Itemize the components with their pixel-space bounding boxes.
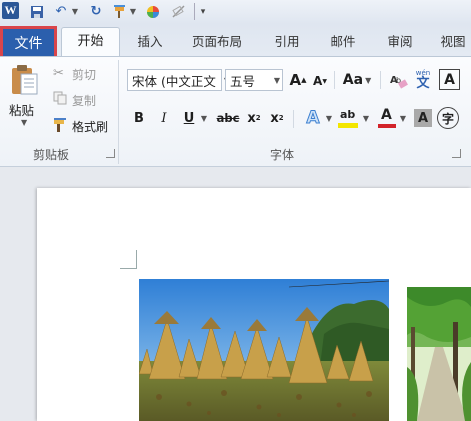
change-case-label: Aa <box>342 72 364 88</box>
text-effects-dropdown-icon[interactable]: ▼ <box>324 108 334 128</box>
subscript-label: x <box>247 110 256 126</box>
image-forest-path[interactable] <box>407 287 471 421</box>
eraser-icon[interactable] <box>170 3 186 20</box>
font-color-label: A <box>381 107 392 123</box>
font-name-combo[interactable]: 宋体 (中文正文 <box>127 69 222 91</box>
grow-font-button[interactable]: A ▲ <box>288 69 308 91</box>
clipboard-launcher-icon[interactable] <box>106 149 115 158</box>
tab-insert[interactable]: 插入 <box>128 32 172 52</box>
undo-icon[interactable]: ↶ <box>53 3 69 20</box>
subscript-button[interactable]: x2 <box>245 108 263 128</box>
shrink-font-button[interactable]: A ▼ <box>311 70 329 92</box>
highlight-dropdown-icon[interactable]: ▼ <box>361 108 371 128</box>
paste-dropdown-icon[interactable]: ▼ <box>21 118 27 127</box>
superscript-label: x <box>270 110 279 126</box>
copy-button[interactable]: 复制 <box>72 92 96 109</box>
character-shading-button[interactable]: A <box>414 109 432 127</box>
font-divider <box>380 71 381 89</box>
image-rice-straw-field[interactable] <box>139 279 389 421</box>
highlight-button[interactable]: ab <box>338 108 360 130</box>
font-divider <box>334 71 335 89</box>
phonetic-guide-button[interactable]: wén 文 <box>412 68 434 92</box>
quick-access-toolbar: W ↶ ▼ ↻ ▼ ▾ <box>0 0 471 24</box>
qat-divider <box>194 3 195 20</box>
font-size-dropdown-icon[interactable]: ▼ <box>272 69 282 91</box>
undo-dropdown[interactable]: ▼ <box>71 3 79 20</box>
tab-references[interactable]: 引用 <box>266 32 308 52</box>
text-effects-button[interactable]: A <box>302 106 324 130</box>
tab-page-layout[interactable]: 页面布局 <box>185 32 249 52</box>
clear-formatting-button[interactable]: Ab <box>388 69 410 91</box>
scissors-icon: ✂ <box>53 66 64 81</box>
font-group-label: 字体 <box>270 148 295 162</box>
highlight-color-swatch <box>338 123 358 128</box>
redo-icon[interactable]: ↻ <box>88 3 104 20</box>
font-name-value: 宋体 (中文正文 <box>132 73 216 89</box>
clipboard-icon[interactable] <box>6 64 42 96</box>
color-icon[interactable] <box>145 3 161 20</box>
shrink-font-icon: A <box>313 74 323 88</box>
change-case-button[interactable]: Aa ▼ <box>340 69 374 91</box>
copy-icon <box>53 91 67 105</box>
save-icon[interactable] <box>29 3 45 20</box>
tab-home[interactable]: 开始 <box>61 27 120 57</box>
customize-icon[interactable]: ▾ <box>198 3 208 20</box>
grow-font-icon: A <box>289 71 302 89</box>
format-painter-brush-icon <box>53 117 69 133</box>
group-divider <box>118 60 119 164</box>
enclose-characters-button[interactable]: A <box>439 69 460 90</box>
enclose-character-button[interactable]: 字 <box>437 107 459 129</box>
format-painter-button[interactable]: 格式刷 <box>72 118 108 135</box>
tab-mailings[interactable]: 邮件 <box>322 32 364 52</box>
underline-dropdown-icon[interactable]: ▼ <box>199 108 209 128</box>
margin-corner-mark <box>120 250 137 269</box>
italic-button[interactable]: I <box>156 108 172 128</box>
bold-button[interactable]: B <box>131 108 147 128</box>
font-color-dropdown-icon[interactable]: ▼ <box>398 108 408 128</box>
clipboard-group-label: 剪贴板 <box>33 148 70 162</box>
underline-button[interactable]: U <box>181 108 197 128</box>
word-icon[interactable]: W <box>2 2 19 19</box>
cut-button[interactable]: 剪切 <box>72 66 96 83</box>
strikethrough-button[interactable]: abc <box>215 108 241 128</box>
superscript-button[interactable]: x2 <box>268 108 286 128</box>
highlight-label: ab <box>340 108 356 121</box>
font-launcher-icon[interactable] <box>452 149 461 158</box>
font-divider <box>293 110 294 128</box>
tab-review[interactable]: 审阅 <box>379 32 421 52</box>
format-painter-dropdown[interactable]: ▼ <box>129 3 137 20</box>
font-color-swatch <box>378 124 396 128</box>
format-painter-icon[interactable] <box>112 3 128 20</box>
phonetic-char: 文 <box>416 76 430 91</box>
font-size-value: 五号 <box>230 73 256 89</box>
tab-view[interactable]: 视图 <box>435 32 471 52</box>
character-border-label: A <box>444 71 455 88</box>
paste-button[interactable]: 粘贴 <box>9 100 34 119</box>
font-color-button[interactable]: A <box>377 106 397 130</box>
